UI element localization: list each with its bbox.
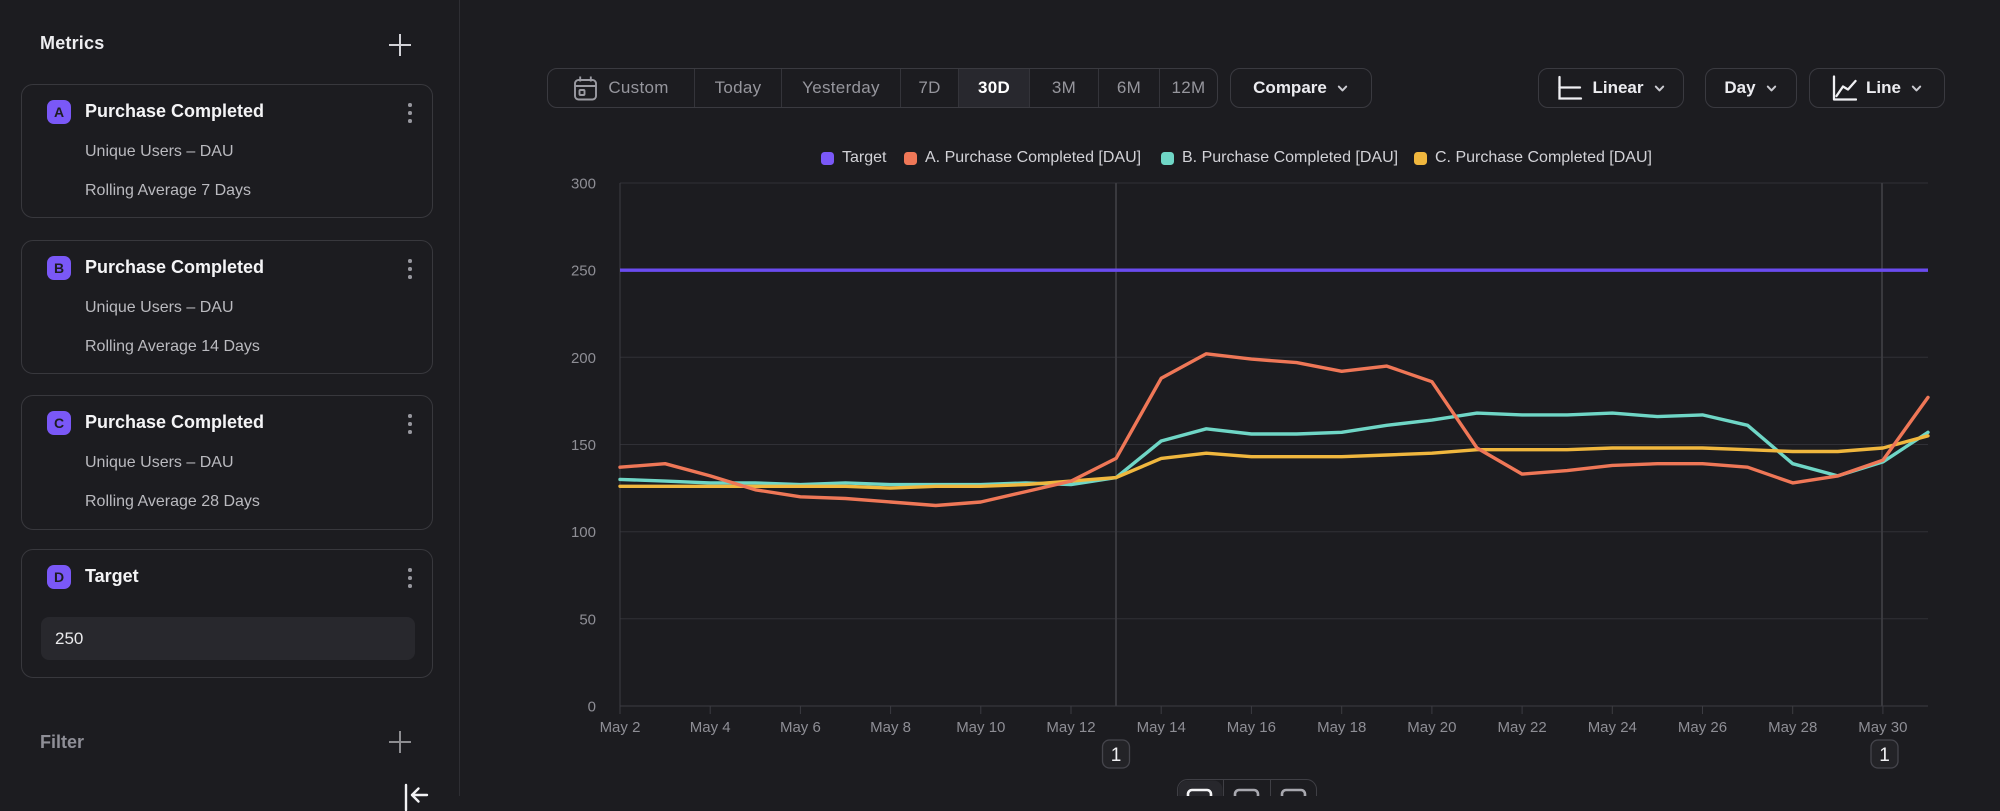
svg-text:150: 150 (571, 437, 596, 454)
svg-text:300: 300 (571, 176, 596, 193)
svg-text:May 16: May 16 (1227, 719, 1276, 736)
svg-text:May 24: May 24 (1588, 719, 1637, 736)
svg-text:250: 250 (571, 263, 596, 280)
svg-text:May 12: May 12 (1046, 719, 1095, 736)
svg-text:May 28: May 28 (1768, 719, 1817, 736)
svg-text:May 10: May 10 (956, 719, 1005, 736)
svg-text:May 4: May 4 (690, 719, 731, 736)
svg-text:May 18: May 18 (1317, 719, 1366, 736)
svg-text:1: 1 (1879, 745, 1890, 766)
svg-text:May 26: May 26 (1678, 719, 1727, 736)
svg-text:1: 1 (1111, 745, 1122, 766)
svg-text:May 20: May 20 (1407, 719, 1456, 736)
svg-text:50: 50 (579, 611, 596, 628)
svg-text:100: 100 (571, 524, 596, 541)
svg-text:May 6: May 6 (780, 719, 821, 736)
svg-text:May 14: May 14 (1137, 719, 1186, 736)
svg-text:May 2: May 2 (600, 719, 641, 736)
svg-text:0: 0 (588, 699, 596, 716)
svg-text:200: 200 (571, 350, 596, 367)
svg-text:May 8: May 8 (870, 719, 911, 736)
svg-text:May 30: May 30 (1858, 719, 1907, 736)
svg-text:May 22: May 22 (1497, 719, 1546, 736)
